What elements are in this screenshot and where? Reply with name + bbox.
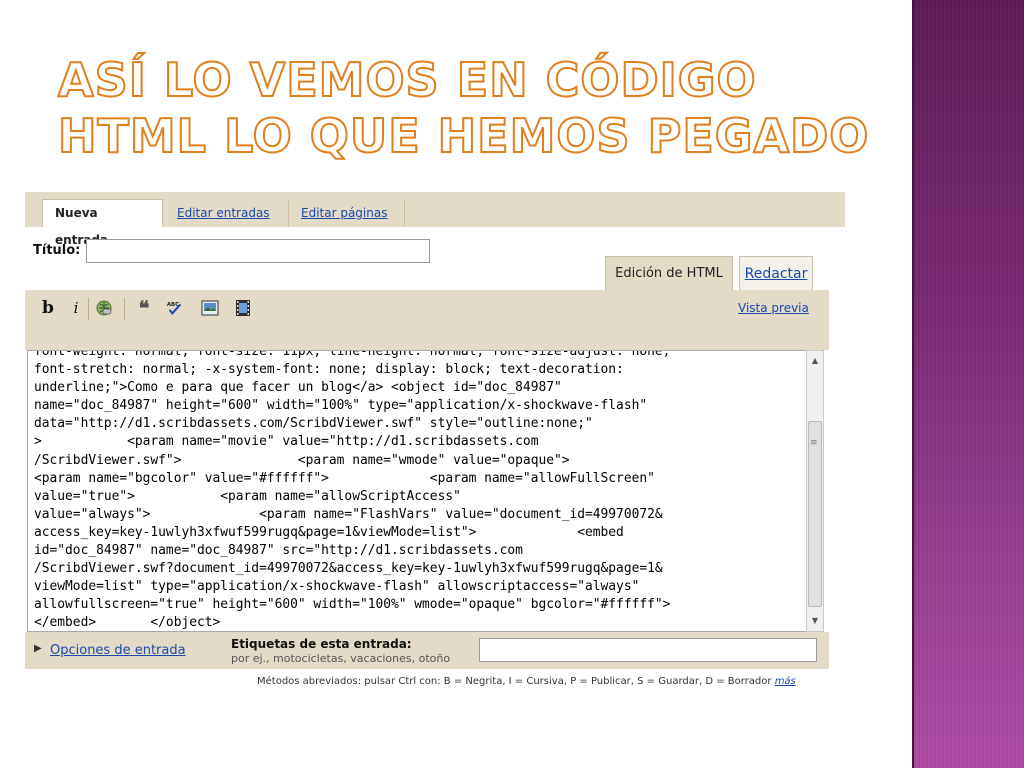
- code-line: underline;">Como e para que facer un blo…: [34, 380, 562, 396]
- decorative-side-band: [912, 0, 1024, 768]
- code-line: font-weight: normal; font-size: 11px; li…: [34, 350, 671, 359]
- tab-compose[interactable]: Redactar: [739, 256, 813, 290]
- post-title-input[interactable]: [86, 239, 430, 263]
- code-line: /ScribdViewer.swf?document_id=49970072&a…: [34, 561, 663, 577]
- link-icon[interactable]: [95, 299, 113, 317]
- labels-title: Etiquetas de esta entrada:: [231, 637, 412, 651]
- post-options-bar: ▶ Opciones de entrada Etiquetas de esta …: [25, 632, 829, 669]
- code-line: </embed> </object>: [34, 615, 221, 631]
- post-options-link[interactable]: Opciones de entrada: [50, 643, 186, 658]
- code-line: viewMode=list" type="application/x-shock…: [34, 579, 640, 595]
- bold-icon[interactable]: b: [39, 298, 57, 318]
- scrollbar-thumb[interactable]: [808, 421, 822, 607]
- toolbar-divider: [88, 298, 89, 320]
- toolbar-divider: [124, 298, 125, 320]
- shortcuts-more-link[interactable]: más: [775, 676, 796, 687]
- code-line: value="true"> <param name="allowScriptAc…: [34, 488, 461, 504]
- code-line: id="doc_84987" name="doc_84987" src="htt…: [34, 543, 523, 559]
- code-line: access_key=key-1uwlyh3xfwuf599rugq&page=…: [34, 524, 624, 540]
- post-title-label: Título:: [33, 243, 81, 258]
- scroll-down-arrow-icon[interactable]: ▼: [807, 613, 823, 629]
- scrollbar-grip-icon: ≡: [810, 438, 818, 448]
- shortcuts-text: Métodos abreviados: pulsar Ctrl con: B =…: [257, 676, 772, 687]
- code-line: name="doc_84987" height="600" width="100…: [34, 398, 648, 414]
- image-icon[interactable]: [201, 299, 219, 317]
- labels-input[interactable]: [479, 638, 817, 662]
- code-line: font-stretch: normal; -x-system-font: no…: [34, 362, 624, 378]
- scroll-up-arrow-icon[interactable]: ▲: [807, 353, 823, 369]
- editor-toolbar: b i ❝ ABC Vista previa: [25, 290, 829, 350]
- code-line: /ScribdViewer.swf"> <param name="wmode" …: [34, 452, 570, 468]
- code-line: data="http://d1.scribdassets.com/ScribdV…: [34, 416, 593, 432]
- labels-hint: por ej., motocicletas, vacaciones, otoño: [231, 652, 451, 665]
- spellcheck-icon[interactable]: ABC: [166, 299, 184, 317]
- editor-tab-bar: Nueva entrada Editar entradas Editar pág…: [25, 192, 845, 247]
- video-icon[interactable]: [234, 299, 252, 317]
- code-scrollbar[interactable]: ▲ ≡ ▼: [806, 350, 824, 632]
- code-line: value="always"> <param name="FlashVars" …: [34, 506, 663, 522]
- blog-editor-screenshot: Nueva entrada Editar entradas Editar pág…: [25, 192, 845, 692]
- expand-arrow-icon[interactable]: ▶: [34, 643, 42, 654]
- keyboard-shortcuts-hint: Métodos abreviados: pulsar Ctrl con: B =…: [257, 676, 796, 687]
- tab-edit-pages[interactable]: Editar páginas: [289, 200, 405, 227]
- html-code-content: font-weight: normal; font-size: 11px; li…: [34, 350, 806, 631]
- code-line: allowfullscreen="true" height="600" widt…: [34, 597, 671, 613]
- code-line: <param name="bgcolor" value="#ffffff"> <…: [34, 470, 655, 486]
- html-code-textarea[interactable]: font-weight: normal; font-size: 11px; li…: [27, 350, 811, 632]
- code-line: > <param name="movie" value="http://d1.s…: [34, 434, 539, 450]
- blockquote-icon[interactable]: ❝: [135, 296, 153, 320]
- preview-link[interactable]: Vista previa: [738, 301, 809, 315]
- tab-html-edit[interactable]: Edición de HTML: [605, 256, 733, 290]
- italic-icon[interactable]: i: [67, 299, 85, 317]
- slide-title: Así lo vemos en código HTML lo que hemos…: [57, 52, 870, 164]
- tab-edit-posts[interactable]: Editar entradas: [165, 200, 289, 227]
- tab-new-post[interactable]: Nueva entrada: [42, 199, 163, 247]
